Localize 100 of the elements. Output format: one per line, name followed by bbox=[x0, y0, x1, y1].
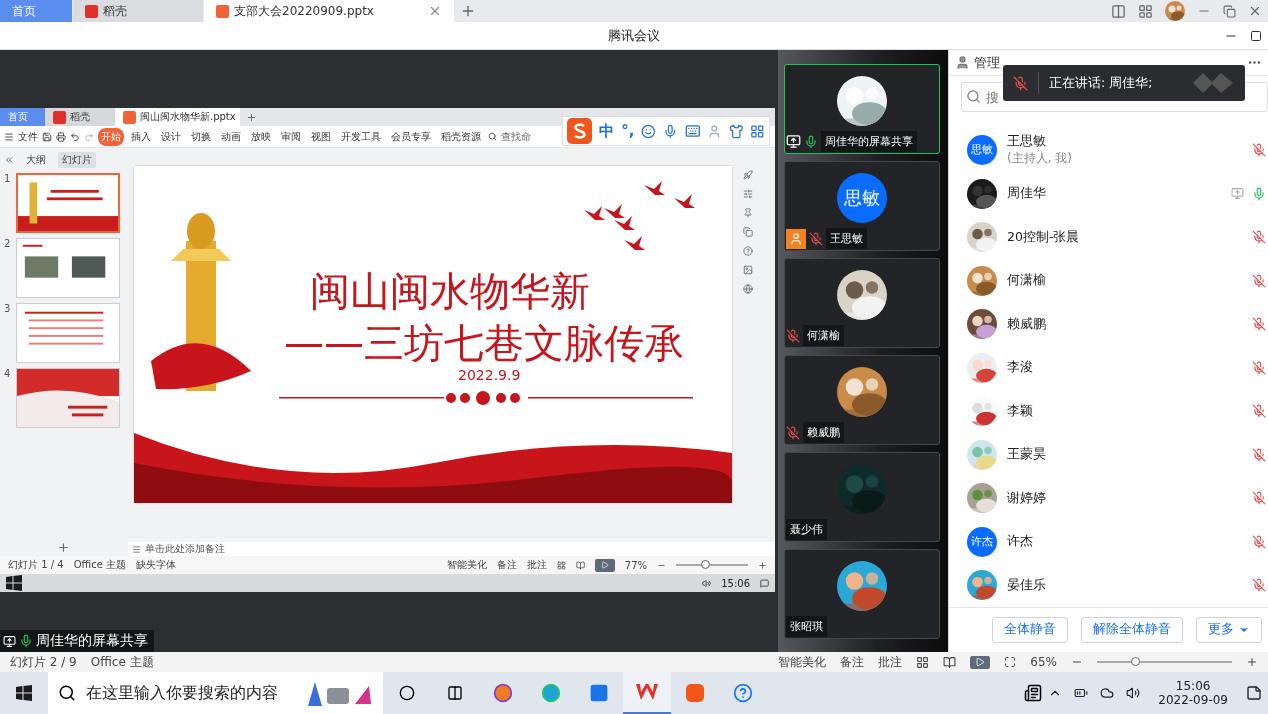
windows-icon[interactable] bbox=[16, 685, 32, 701]
zoom-in-icon[interactable] bbox=[1246, 656, 1258, 668]
zoom-level[interactable]: 65% bbox=[1030, 655, 1057, 669]
video-tile[interactable]: 张昭琪 bbox=[784, 549, 940, 639]
video-tile[interactable]: 赖威鹏 bbox=[784, 355, 940, 445]
video-tile[interactable]: 思敏 王思敏 bbox=[784, 161, 940, 251]
new-tab-icon[interactable] bbox=[460, 3, 476, 19]
globe-icon[interactable] bbox=[743, 284, 753, 294]
slide-thumbnail[interactable] bbox=[16, 173, 120, 233]
notes-button[interactable]: 备注 bbox=[496, 558, 517, 572]
collapse-icon[interactable] bbox=[4, 155, 14, 165]
reading-view-icon[interactable] bbox=[943, 655, 957, 669]
save-icon[interactable] bbox=[42, 131, 52, 142]
ribbon-tab[interactable]: 稻壳资源 bbox=[438, 127, 484, 146]
input-mode-toggle[interactable]: °, bbox=[621, 122, 635, 140]
menu-icon[interactable] bbox=[4, 131, 14, 142]
action-button[interactable]: 全体静音 bbox=[992, 616, 1068, 643]
ribbon-tab[interactable]: 切换 bbox=[188, 127, 214, 146]
zoom-level[interactable]: 77% bbox=[624, 559, 647, 571]
member-row[interactable]: 赖威鹏 bbox=[967, 302, 1268, 346]
new-tab-icon[interactable] bbox=[246, 111, 257, 123]
taskbar-search-field[interactable]: 在这里输入你要搜索的内容 bbox=[48, 672, 383, 714]
beautify-button[interactable]: 智能美化 bbox=[778, 653, 827, 671]
grid-icon[interactable] bbox=[1138, 3, 1153, 19]
video-tile[interactable]: 何潇榆 bbox=[784, 258, 940, 348]
member-row[interactable]: 20控制-张晨 bbox=[967, 215, 1268, 259]
restore-icon[interactable] bbox=[1223, 4, 1236, 18]
document-tab[interactable]: 闽山闽水物华新.pptx bbox=[115, 108, 240, 126]
ribbon-tab[interactable]: 放映 bbox=[248, 127, 274, 146]
cloud-icon[interactable] bbox=[1100, 686, 1115, 700]
slider-thumb[interactable] bbox=[1130, 657, 1140, 666]
task-view-icon[interactable] bbox=[447, 685, 463, 701]
keyboard-icon[interactable] bbox=[684, 123, 701, 139]
office-app-icon[interactable] bbox=[636, 684, 658, 700]
command-search[interactable]: 查找命 bbox=[501, 129, 531, 144]
help-icon[interactable] bbox=[743, 246, 753, 256]
browser-tab[interactable]: 支部大会20220909.pptx bbox=[204, 0, 454, 22]
ribbon-tab[interactable]: 设计 bbox=[158, 127, 184, 146]
browser-tab[interactable]: 稻壳 bbox=[73, 0, 203, 22]
grid-icon[interactable] bbox=[750, 123, 765, 139]
emoji-icon[interactable] bbox=[641, 123, 657, 139]
clock[interactable]: 15:06 2022-09-09 bbox=[1146, 679, 1240, 707]
grid-view-icon[interactable] bbox=[916, 655, 930, 669]
shirt-icon[interactable] bbox=[728, 123, 744, 139]
member-row[interactable]: 李浚 bbox=[967, 345, 1268, 390]
beautify-button[interactable]: 智能美化 bbox=[446, 558, 487, 572]
maximize-icon[interactable] bbox=[1250, 29, 1262, 42]
ribbon-tab[interactable]: 动画 bbox=[218, 127, 244, 146]
slider-thumb[interactable] bbox=[700, 560, 710, 569]
member-row[interactable]: 思敏 王思敏 (主持人, 我) bbox=[967, 128, 1268, 172]
microphone-icon[interactable] bbox=[663, 123, 678, 139]
reading-view-icon[interactable] bbox=[575, 560, 585, 570]
member-row[interactable]: 晏佳乐 bbox=[967, 563, 1268, 607]
add-slide-icon[interactable] bbox=[56, 541, 70, 554]
missing-font-button[interactable]: 缺失字体 bbox=[136, 558, 176, 572]
grid-view-icon[interactable] bbox=[556, 560, 566, 570]
copy-icon[interactable] bbox=[743, 227, 753, 237]
member-row[interactable]: 王蒙昊 bbox=[967, 432, 1268, 477]
image-icon[interactable] bbox=[743, 265, 753, 275]
ribbon-tab[interactable]: 视图 bbox=[308, 127, 334, 146]
pin-icon[interactable] bbox=[743, 208, 753, 218]
member-row[interactable]: 谢婷婷 bbox=[967, 476, 1268, 520]
volume-icon[interactable] bbox=[1126, 686, 1141, 700]
zoom-in-icon[interactable] bbox=[758, 560, 767, 570]
ribbon-tab[interactable]: 会员专享 bbox=[388, 127, 434, 146]
file-menu[interactable]: 文件 bbox=[18, 129, 38, 144]
video-tile[interactable]: 聂少伟 bbox=[784, 452, 940, 542]
play-button[interactable] bbox=[970, 655, 991, 669]
input-method-logo-icon[interactable] bbox=[567, 118, 593, 144]
print-icon[interactable] bbox=[56, 131, 66, 142]
document-tab[interactable]: 稻壳 bbox=[45, 108, 115, 126]
news-icon[interactable] bbox=[1024, 684, 1043, 702]
close-icon[interactable] bbox=[428, 4, 442, 18]
ribbon-tab[interactable]: 插入 bbox=[128, 127, 154, 146]
undo-icon[interactable] bbox=[70, 131, 80, 142]
ribbon-tab[interactable]: 开发工具 bbox=[338, 127, 384, 146]
slide-thumbnail[interactable] bbox=[16, 303, 120, 363]
member-row[interactable]: 何潇榆 bbox=[967, 258, 1268, 303]
input-method-icon[interactable] bbox=[686, 684, 704, 702]
panel-tab[interactable]: 大纲 bbox=[22, 152, 50, 168]
input-mode-toggle[interactable]: 中 bbox=[599, 121, 615, 141]
member-row[interactable]: 李颖 bbox=[967, 389, 1268, 433]
notes-field[interactable]: 单击此处添加备注 bbox=[145, 542, 225, 556]
windows-icon[interactable] bbox=[6, 575, 22, 591]
play-button[interactable] bbox=[594, 558, 615, 572]
rocket-icon[interactable] bbox=[743, 170, 753, 180]
comments-button[interactable]: 批注 bbox=[878, 653, 903, 671]
close-icon[interactable] bbox=[1248, 4, 1262, 18]
action-button[interactable]: 更多 bbox=[1196, 616, 1262, 643]
member-row[interactable]: 周佳华 bbox=[967, 171, 1268, 216]
slide-thumbnail[interactable] bbox=[16, 238, 120, 298]
member-row[interactable]: 许杰 许杰 bbox=[967, 519, 1268, 564]
ribbon-tab[interactable]: 审阅 bbox=[278, 127, 304, 146]
comments-button[interactable]: 批注 bbox=[526, 558, 547, 572]
panel-tab[interactable]: 幻灯片 bbox=[58, 152, 96, 168]
fit-icon[interactable] bbox=[1004, 656, 1017, 668]
notes-button[interactable]: 备注 bbox=[840, 653, 865, 671]
layout-icon[interactable] bbox=[1111, 3, 1126, 19]
help-icon[interactable] bbox=[733, 683, 753, 703]
sliders-icon[interactable] bbox=[743, 189, 753, 199]
